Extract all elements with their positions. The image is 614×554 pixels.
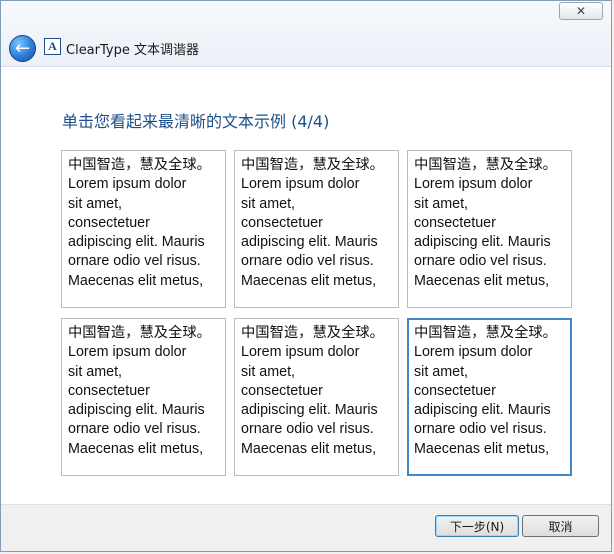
text-sample-5[interactable]: 中国智造，慧及全球。 Lorem ipsum dolor sit amet, c… [234, 318, 399, 476]
cleartype-window: ✕ ← A ClearType 文本调谐器 单击您看起来最清晰的文本示例 (4/… [0, 0, 612, 552]
close-icon: ✕ [575, 4, 587, 18]
text-sample-1[interactable]: 中国智造，慧及全球。 Lorem ipsum dolor sit amet, c… [61, 150, 226, 308]
app-icon-letter: A [48, 39, 57, 53]
sample-text: 中国智造，慧及全球。 Lorem ipsum dolor sit amet, c… [68, 157, 211, 289]
cancel-button[interactable]: 取消 [522, 515, 599, 537]
sample-text: 中国智造，慧及全球。 Lorem ipsum dolor sit amet, c… [241, 157, 384, 289]
back-button[interactable]: ← [9, 35, 36, 62]
sample-text: 中国智造，慧及全球。 Lorem ipsum dolor sit amet, c… [241, 325, 384, 457]
page-title: 单击您看起来最清晰的文本示例 (4/4) [62, 112, 330, 131]
close-button[interactable]: ✕ [559, 2, 603, 20]
text-sample-2[interactable]: 中国智造，慧及全球。 Lorem ipsum dolor sit amet, c… [234, 150, 399, 308]
window-title: ClearType 文本调谐器 [66, 43, 199, 58]
sample-text: 中国智造，慧及全球。 Lorem ipsum dolor sit amet, c… [68, 325, 211, 457]
cleartype-app-icon: A [44, 38, 61, 55]
text-sample-4[interactable]: 中国智造，慧及全球。 Lorem ipsum dolor sit amet, c… [61, 318, 226, 476]
text-sample-6-selected[interactable]: 中国智造，慧及全球。 Lorem ipsum dolor sit amet, c… [407, 318, 572, 476]
sample-grid: 中国智造，慧及全球。 Lorem ipsum dolor sit amet, c… [61, 150, 572, 476]
text-sample-3[interactable]: 中国智造，慧及全球。 Lorem ipsum dolor sit amet, c… [407, 150, 572, 308]
title-bar: ✕ ← A ClearType 文本调谐器 [1, 1, 611, 67]
sample-text: 中国智造，慧及全球。 Lorem ipsum dolor sit amet, c… [414, 325, 557, 457]
back-arrow-icon: ← [14, 37, 31, 59]
next-button[interactable]: 下一步(N) [435, 515, 519, 537]
sample-text: 中国智造，慧及全球。 Lorem ipsum dolor sit amet, c… [414, 157, 557, 289]
dialog-footer: 下一步(N) 取消 [1, 504, 611, 551]
